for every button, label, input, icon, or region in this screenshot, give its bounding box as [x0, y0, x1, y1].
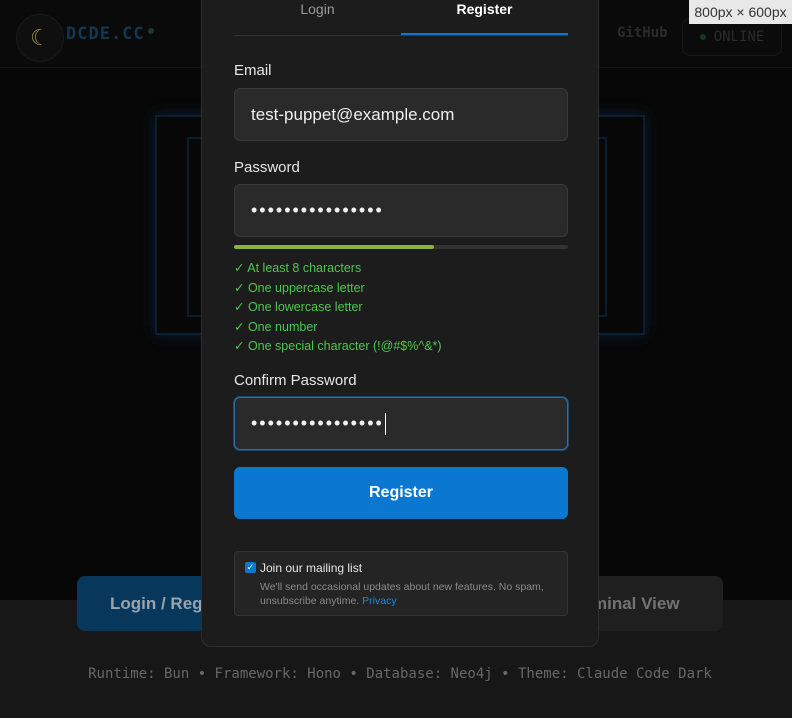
mailing-list-checkbox[interactable]: ✓ [245, 562, 256, 573]
viewport-size-badge: 800px × 600px [689, 0, 792, 24]
mailing-list-label[interactable]: Join our mailing list [260, 561, 362, 575]
password-strength-meter [234, 245, 568, 249]
password-requirements: ✓ At least 8 characters ✓ One uppercase … [234, 259, 442, 357]
confirm-password-field[interactable]: •••••••••••••••• [234, 397, 568, 450]
requirement-lowercase: ✓ One lowercase letter [234, 300, 363, 314]
mailing-note-text: We'll send occasional updates about new … [260, 581, 544, 607]
auth-tabs: Login Register [234, 1, 568, 36]
email-label: Email [234, 62, 272, 79]
requirement-min-length: ✓ At least 8 characters [234, 261, 362, 275]
password-label: Password [234, 159, 300, 176]
mailing-list-note: We'll send occasional updates about new … [260, 580, 550, 608]
text-caret [384, 412, 386, 435]
requirement-uppercase: ✓ One uppercase letter [234, 280, 365, 295]
confirm-password-label: Confirm Password [234, 372, 357, 389]
requirement-number: ✓ One number [234, 319, 318, 334]
mailing-list-optin: ✓ Join our mailing list We'll send occas… [234, 551, 568, 616]
confirm-password-value: •••••••••••••••• [251, 413, 384, 433]
register-button[interactable]: Register [234, 467, 568, 519]
password-strength-fill [234, 245, 435, 249]
requirement-special-char: ✓ One special character (!@#$%^&*) [234, 339, 442, 353]
auth-modal: Login Register Email test-puppet@example… [201, 0, 599, 647]
email-field[interactable]: test-puppet@example.com [234, 88, 568, 141]
tab-login[interactable]: Login [234, 1, 401, 35]
tab-register[interactable]: Register [401, 1, 568, 35]
privacy-link[interactable]: Privacy [362, 595, 396, 607]
password-field[interactable]: •••••••••••••••• [234, 184, 568, 237]
